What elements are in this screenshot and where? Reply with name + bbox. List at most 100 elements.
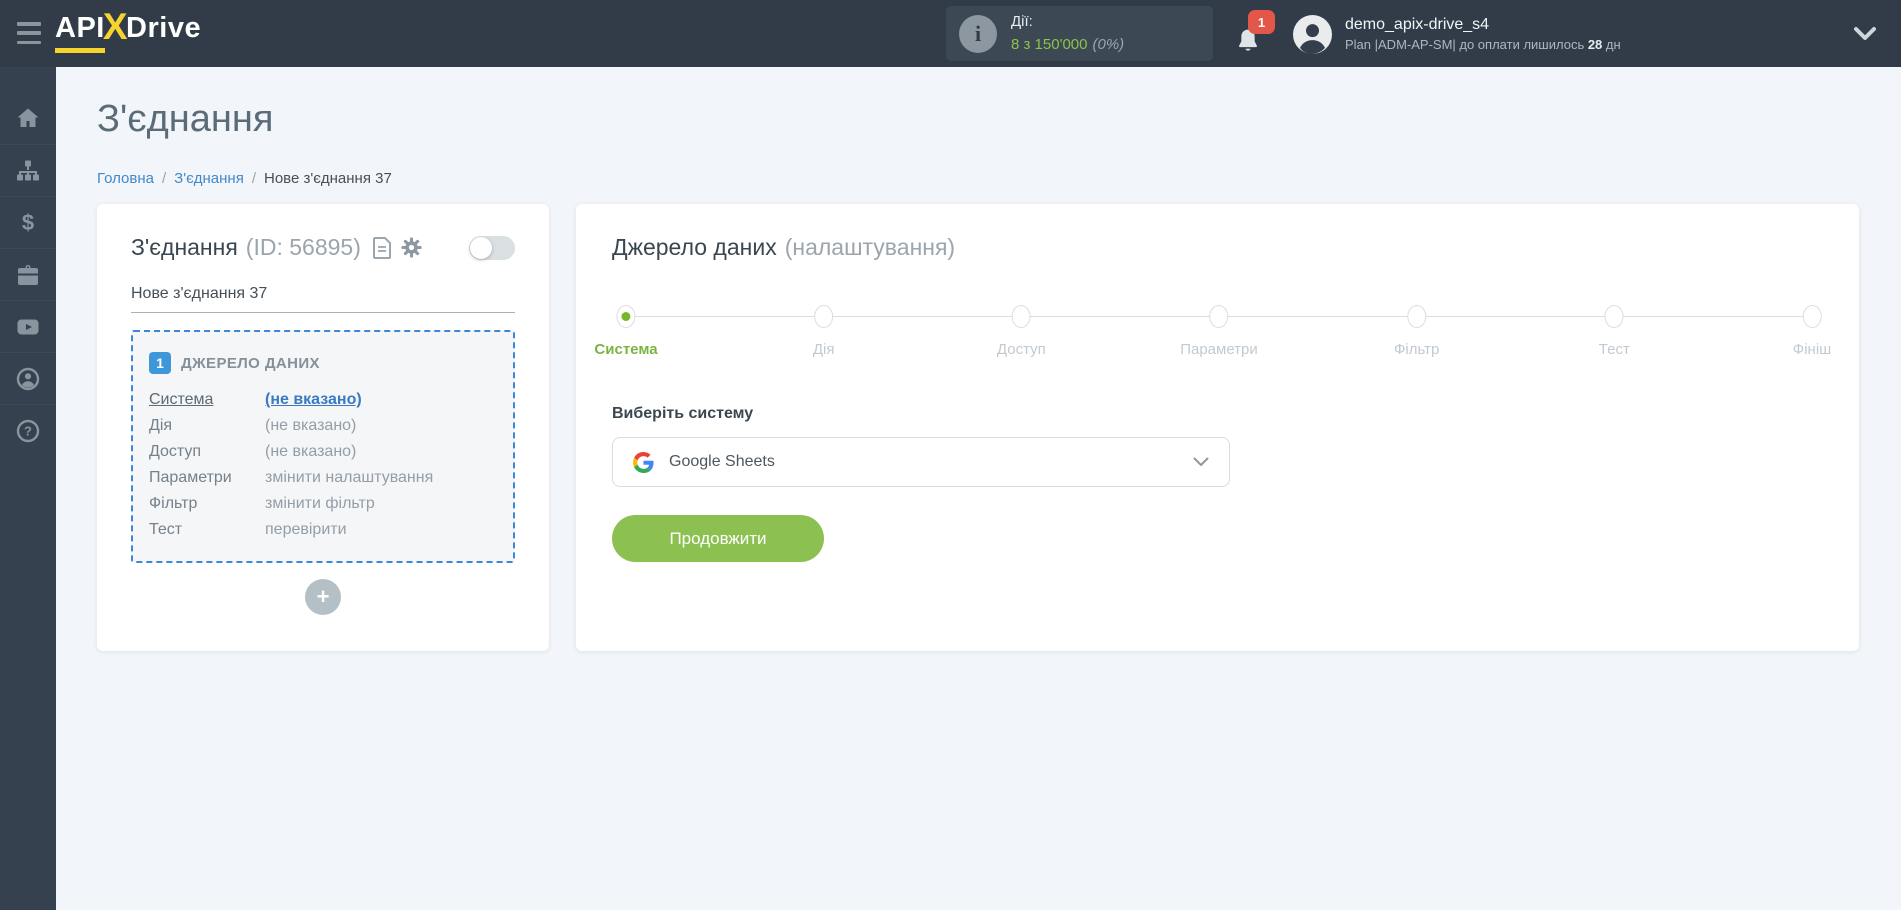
usage-percent: (0%) (1092, 35, 1125, 53)
youtube-icon (16, 315, 40, 339)
hamburger-menu-icon[interactable] (17, 22, 41, 44)
source-row-value: (не вказано) (265, 443, 357, 460)
step-circle (1407, 305, 1427, 328)
svg-text:?: ? (24, 423, 32, 438)
plan-text: Plan |ADM-AP-SM| до оплати лишилось (1345, 37, 1588, 53)
briefcase-icon (16, 263, 40, 287)
source-row: Дія (не вказано) (149, 413, 497, 439)
svg-text:$: $ (22, 211, 34, 235)
source-row: Доступ (не вказано) (149, 439, 497, 465)
select-system-label: Виберіть систему (612, 405, 754, 422)
usage-value: 8 з 150'000 (1011, 35, 1088, 53)
sidebar-item-help[interactable]: ? (0, 404, 56, 456)
selected-system-value: Google Sheets (669, 453, 775, 470)
dollar-icon: $ (16, 210, 40, 235)
person-icon (16, 367, 40, 391)
source-row-value: змінити фільтр (265, 495, 375, 512)
sidebar-item-account[interactable] (0, 352, 56, 404)
source-row: Фільтр змінити фільтр (149, 491, 497, 517)
sidebar: $? (0, 67, 56, 910)
usage-counter[interactable]: i Дії: 8 з 150'000 (0%) (946, 6, 1213, 61)
stepper-step: Фільтр (1394, 305, 1439, 358)
logo-part-drive: Drive (126, 12, 202, 44)
step-circle (1604, 305, 1624, 328)
system-select[interactable]: Google Sheets (612, 437, 1230, 487)
stepper-step: Система (594, 305, 658, 358)
source-row-label: Параметри (149, 469, 232, 486)
source-step-badge: 1 (149, 352, 171, 374)
apixdrive-logo[interactable]: API X Drive (55, 6, 202, 53)
chevron-down-icon[interactable] (1853, 26, 1877, 42)
breadcrumb-item: Нове з'єднання 37 (264, 170, 392, 187)
step-label: Параметри (1180, 341, 1258, 358)
sidebar-item-services[interactable] (0, 248, 56, 300)
step-circle (616, 305, 636, 328)
stepper-step: Доступ (997, 305, 1046, 358)
source-row-value: перевірити (265, 521, 347, 538)
avatar (1293, 14, 1332, 54)
document-icon[interactable] (372, 236, 392, 259)
step-circle (1209, 305, 1229, 328)
toggle-knob (470, 236, 492, 259)
settings-card-subtitle: (налаштування) (784, 234, 956, 260)
step-circle (814, 305, 834, 328)
connection-toggle[interactable] (469, 235, 515, 260)
continue-button[interactable]: Продовжити (612, 515, 824, 562)
source-row-value[interactable]: (не вказано) (265, 387, 362, 413)
breadcrumb: Головна / З'єднання / Нове з'єднання 37 (97, 170, 392, 187)
add-action-button[interactable]: + (305, 579, 341, 615)
source-row: Система (не вказано) (149, 387, 497, 413)
top-header: API X Drive i Дії: 8 з 150'000 (0%) 1 demo_… (0, 0, 1901, 67)
home-icon (16, 106, 40, 130)
sidebar-item-video[interactable] (0, 300, 56, 352)
connection-name-field[interactable]: Нове з'єднання 37 (131, 285, 515, 313)
sidebar-item-connections[interactable] (0, 144, 56, 196)
gear-icon[interactable] (400, 236, 423, 259)
connection-id: (ID: 56895) (245, 234, 361, 260)
stepper: Система Дія Доступ Параметри Фільтр Тест Фініш (594, 305, 1831, 383)
logo-part-api: API (55, 12, 105, 53)
notifications-button[interactable]: 1 (1234, 10, 1278, 60)
source-block-title: ДЖЕРЕЛО ДАНИХ (181, 354, 320, 372)
sitemap-icon (16, 159, 40, 183)
data-source-block[interactable]: 1 ДЖЕРЕЛО ДАНИХ Система (не вказано) Дія (н… (131, 330, 515, 563)
step-label: Система (594, 341, 658, 358)
source-rows: Система (не вказано) Дія (не вказано) Доступ… (149, 387, 497, 543)
source-row-label: Тест (149, 521, 183, 538)
breadcrumb-item[interactable]: З'єднання (174, 170, 244, 187)
source-row-label: Доступ (149, 443, 202, 460)
question-icon: ? (16, 419, 40, 443)
user-menu[interactable]: demo_apix-drive_s4 Plan |ADM-AP-SM| до о… (1293, 14, 1621, 55)
source-row-label: Система (149, 391, 214, 408)
select-chevron-icon (1193, 457, 1209, 466)
notification-count-badge: 1 (1248, 10, 1275, 34)
username: demo_apix-drive_s4 (1345, 16, 1490, 33)
stepper-step: Дія (813, 305, 834, 358)
step-label: Фініш (1792, 341, 1832, 358)
stepper-step: Тест (1599, 305, 1630, 358)
stepper-step: Фініш (1793, 305, 1831, 358)
data-source-settings-card: Джерело даних (налаштування) Система Дія Д… (576, 204, 1859, 651)
source-row: Тест перевірити (149, 517, 497, 543)
settings-card-title: Джерело даних (612, 234, 777, 260)
source-row-value: (не вказано) (265, 417, 357, 434)
connection-card: З'єднання (ID: 56895) Нове з'єднання 37 … (97, 204, 549, 651)
plan-info: Plan |ADM-AP-SM| до оплати лишилось 28 д… (1345, 36, 1621, 54)
google-icon (633, 451, 654, 473)
source-row-label: Дія (149, 417, 173, 434)
step-circle (1011, 305, 1031, 328)
stepper-step: Параметри (1180, 305, 1258, 358)
source-row: Параметри змінити налаштування (149, 465, 497, 491)
breadcrumb-item[interactable]: Головна (97, 170, 154, 187)
step-circle (1802, 305, 1822, 328)
sidebar-nav: $? (0, 67, 56, 456)
sidebar-item-home[interactable] (0, 92, 56, 144)
usage-label: Дії: (1011, 13, 1033, 31)
step-label: Фільтр (1393, 341, 1440, 358)
plan-days-unit: дн (1602, 37, 1621, 53)
connection-card-title: З'єднання (131, 234, 238, 260)
logo-part-x: X (102, 6, 129, 47)
sidebar-item-billing[interactable]: $ (0, 196, 56, 248)
page-title: З'єднання (97, 98, 274, 140)
step-label: Доступ (996, 341, 1046, 358)
